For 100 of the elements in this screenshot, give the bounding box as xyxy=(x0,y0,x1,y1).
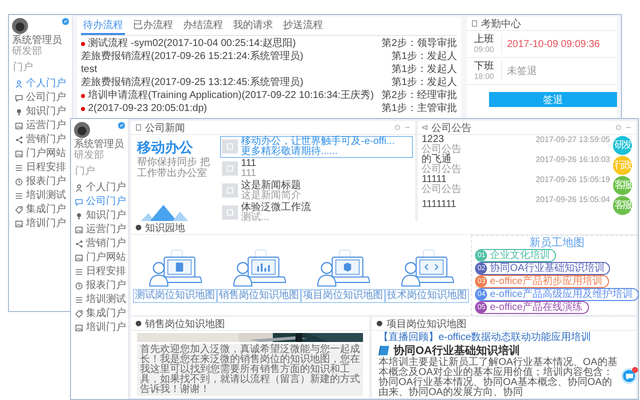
list-icon xyxy=(15,164,23,172)
sidebar-item[interactable]: 运营门户 xyxy=(71,223,128,237)
minimize-icon[interactable] xyxy=(625,124,632,131)
bulb-icon xyxy=(15,108,23,116)
tag-icon xyxy=(15,206,23,214)
share-icon xyxy=(75,240,83,248)
notice-title[interactable]: 1111111 xyxy=(422,200,456,210)
settings-icon[interactable] xyxy=(118,122,125,129)
list-icon xyxy=(15,192,23,200)
sidebar-item[interactable]: 门户网站 xyxy=(9,147,72,161)
notice-title[interactable]: 11111 xyxy=(422,175,462,185)
sidebar-item[interactable]: 个人门户 xyxy=(9,77,72,91)
flow-title[interactable]: test xyxy=(81,64,388,75)
flow-tab[interactable]: 已办流程 xyxy=(131,17,175,35)
shift-time: 18:00 xyxy=(474,72,494,81)
sidebar-item[interactable]: 集成门户 xyxy=(9,203,72,217)
shift-time: 09:00 xyxy=(474,45,494,54)
sidebar-item[interactable]: 培训门户 xyxy=(9,217,72,231)
sidebar-item[interactable]: 公司门户 xyxy=(9,91,72,105)
flow-title[interactable]: 培训申请流程(Training Application)(2017-09-22 10:16:34:王庆秀) xyxy=(88,90,378,101)
news-item[interactable]: 这是新闻标题 这是新闻简介 xyxy=(220,180,413,202)
panel-title: 公司新闻 xyxy=(145,122,185,134)
notice-category: 公司公告 xyxy=(422,185,462,195)
panel-title: 销售岗位知识地图 xyxy=(145,318,225,330)
knowledge-map-button[interactable]: 销售岗位知识地图 xyxy=(217,289,301,303)
news-item[interactable]: 111 111 xyxy=(220,158,413,180)
refresh-icon[interactable] xyxy=(394,124,401,131)
sidebar-item[interactable]: 门户网站 xyxy=(71,251,128,265)
flow-tab[interactable]: 抄送流程 xyxy=(281,17,325,35)
sidebar-item[interactable]: 报表门户 xyxy=(71,279,128,293)
list-icon xyxy=(75,296,83,304)
news-summary: 这是新闻简介 xyxy=(241,191,301,201)
sidebar-item[interactable]: 知识门户 xyxy=(71,209,128,223)
share-icon xyxy=(15,136,23,144)
flow-tab[interactable]: 我的请求 xyxy=(231,17,275,35)
sidebar-item[interactable]: 日程安排 xyxy=(71,265,128,279)
news-item[interactable]: 体验泛微工作流 测试... xyxy=(220,202,413,224)
flow-title[interactable]: 差旅费报销流程(2017-09-26 15:21:24:系统管理员) xyxy=(81,51,388,62)
user-department: 研发部 xyxy=(12,46,43,57)
worker-laptop-drawing xyxy=(316,248,370,288)
news-summary: 测试... xyxy=(241,213,270,223)
news-title: 111 xyxy=(241,159,256,169)
sidebar-item[interactable]: 营销门户 xyxy=(9,133,72,147)
image-icon xyxy=(75,226,83,234)
news-title: 移动办公，让世界触手可及-e-offi... xyxy=(241,137,395,147)
image-icon xyxy=(15,122,23,130)
notice-title[interactable]: 的飞通 xyxy=(422,155,462,165)
image-icon xyxy=(75,324,83,332)
knowledge-map-button[interactable]: 测试岗位知识地图 xyxy=(133,289,217,303)
sidebar-item[interactable]: 培训测试 xyxy=(71,293,128,307)
sidebar-item[interactable]: 运营门户 xyxy=(9,119,72,133)
flow-tab[interactable]: 办结流程 xyxy=(181,17,225,35)
notice-category: 公司公告 xyxy=(422,145,462,155)
flow-title[interactable]: 差旅费报销流程(2017-09-25 13:12:45:系统管理员) xyxy=(81,77,388,88)
sidebar-item[interactable]: 日程安排 xyxy=(9,161,72,175)
sidebar-item[interactable]: 知识门户 xyxy=(9,105,72,119)
worker-laptop-drawing xyxy=(148,248,202,288)
sidebar-item[interactable]: 培训测试 xyxy=(9,189,72,203)
news-summary: 111 xyxy=(241,169,256,179)
avatar-icon[interactable] xyxy=(12,18,28,34)
settings-icon[interactable] xyxy=(62,18,69,25)
person-icon xyxy=(75,184,83,192)
sidebar-item[interactable]: 营销门户 xyxy=(71,237,128,251)
sidebar-item[interactable]: 个人门户 xyxy=(71,181,128,195)
flow-title[interactable]: 2(2017-09-23 20:05:01:dp) xyxy=(88,103,378,114)
sidebar-item[interactable]: 公司门户 xyxy=(71,195,128,209)
flow-step: 第1步：发起人 xyxy=(391,51,457,62)
flow-step: 第2步：经理审批 xyxy=(381,90,457,101)
sidebar-item[interactable]: 集成门户 xyxy=(71,307,128,321)
news-title: 这是新闻标题 xyxy=(241,181,301,191)
flow-title[interactable]: 测试流程 -sym02(2017-10-04 00:25:14:赵思阳) xyxy=(88,38,378,49)
tag-icon xyxy=(75,310,83,318)
sidebar-heading: 门户 xyxy=(12,60,34,75)
knowledge-map-button[interactable]: 项目岗位知识地图 xyxy=(301,289,385,303)
panel-title: 考勤中心 xyxy=(481,18,521,30)
news-summary: 更多精彩敬请期待...... xyxy=(241,147,339,157)
clock-record: 未签退 xyxy=(506,64,537,78)
sidebar-item[interactable]: 报表门户 xyxy=(9,175,72,189)
avatar-icon[interactable] xyxy=(74,122,90,138)
panel-title: 知识园地 xyxy=(145,222,185,234)
refresh-icon[interactable] xyxy=(615,124,622,131)
image-icon xyxy=(75,254,83,262)
sidebar-item[interactable]: 培训门户 xyxy=(71,321,128,335)
clock-record: 2017-10-09 09:09:36 xyxy=(506,38,600,50)
flow-step: 第1步：发起人 xyxy=(391,77,457,88)
minimize-icon[interactable] xyxy=(404,124,411,131)
flow-step: 第2步：领导审批 xyxy=(381,38,457,49)
article-link[interactable]: 【直播回顾】e-office数据动态联动功能应用培训 xyxy=(378,332,620,343)
panel-title: 项目岗位知识地图 xyxy=(386,318,466,330)
notice-time: 2017-09-26 16:10:03 xyxy=(536,155,610,164)
article-text: 本培训主要是让新员工了解OA行业基本情况、OA的基本概念及OA对企业的基本应用价值；培训内容包含：协同OA行业基本情况、协同OA基本概念、协同OA的由来、协同OA的发展方向、协同 xyxy=(378,358,618,398)
shift-label: 下班 xyxy=(474,61,494,72)
flow-tab[interactable]: 待办流程 xyxy=(81,17,125,35)
knowledge-map-button[interactable]: 技术岗位知识地图 xyxy=(385,289,469,303)
list-icon xyxy=(75,268,83,276)
notice-time: 2017-09-26 15:05:04 xyxy=(536,195,610,204)
image-icon xyxy=(222,183,238,198)
news-item[interactable]: 移动办公，让世界触手可及-e-offi... 更多精彩敬请期待...... xyxy=(220,136,413,158)
notice-title[interactable]: 1223 xyxy=(422,135,462,145)
panel-title: 公司公告 xyxy=(432,122,472,134)
